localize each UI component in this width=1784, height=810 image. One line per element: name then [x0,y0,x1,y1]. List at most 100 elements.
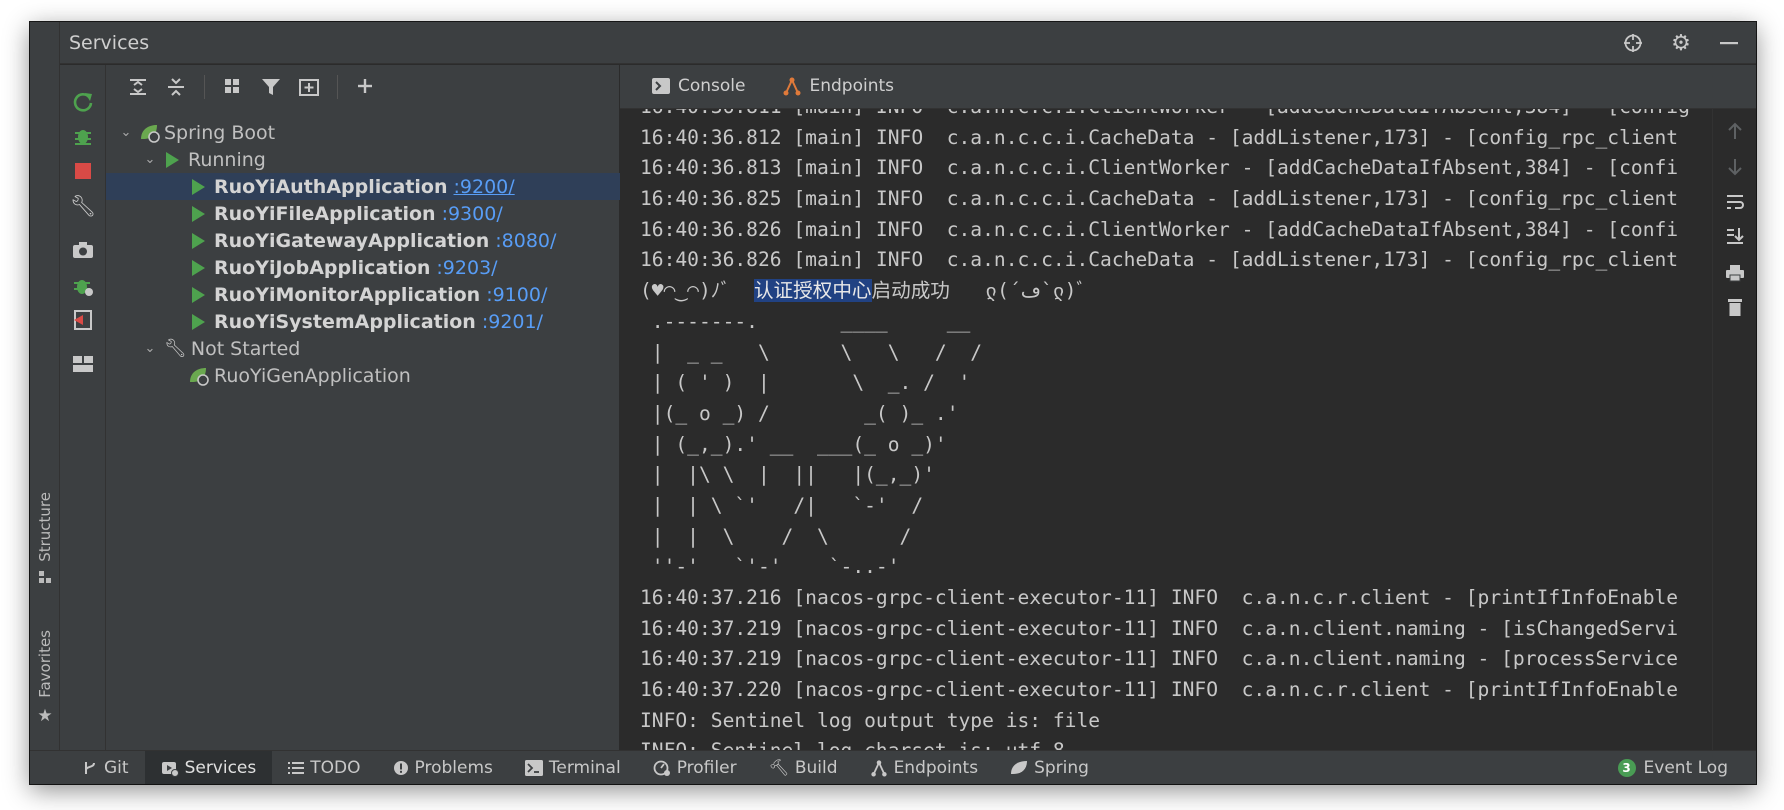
gear-icon[interactable]: ⚙ [1668,30,1694,56]
log-line: 16:40:36.826 [main] INFO c.a.n.c.c.i.Cli… [640,217,1679,241]
app-name: RuoYiJobApplication [214,256,431,279]
new-service-icon[interactable] [295,73,323,101]
app-port-link[interactable]: :8080/ [495,230,556,252]
endpoints-icon [870,759,887,777]
log-line: 16:40:37.219 [nacos-grpc-client-executor… [640,616,1679,640]
tree-app-row[interactable]: RuoYiSystemApplication :9201/ [106,308,620,335]
log-line: INFO: Sentinel log output type is: file [640,708,1101,732]
chevron-down-icon[interactable]: ⌄ [140,150,160,170]
tree-node-not-started[interactable]: ⌄ 🔧︎ Not Started [106,335,620,362]
toolbar-divider [337,75,338,99]
log-line: 16:40:37.220 [nacos-grpc-client-executor… [640,678,1679,702]
wrench-icon: 🔧︎ [164,338,187,359]
log-line: 16:40:36.812 [main] INFO c.a.n.c.c.i.Cac… [640,125,1679,149]
bottom-tab-endpoints[interactable]: Endpoints [854,751,995,785]
spring-boot-icon [190,367,209,386]
ascii-art-line: | | \ / \ / [640,524,912,548]
rerun-icon[interactable] [69,88,97,116]
structure-tab[interactable]: Structure [32,492,58,584]
services-tree-panel: ⌄ Spring Boot ⌄ Running RuoYiAuthApplica… [106,65,620,750]
layout-icon[interactable] [69,350,97,378]
bottom-tab-terminal[interactable]: Terminal [509,751,637,785]
app-port-link[interactable]: :9203/ [436,257,497,279]
console-side-toolbar [1712,109,1756,750]
tree-app-row[interactable]: RuoYiMonitorApplication :9100/ [106,281,620,308]
add-icon[interactable] [352,73,380,101]
app-port-link[interactable]: :9200/ [454,176,515,198]
bottom-tab-profiler[interactable]: Profiler [637,751,753,785]
console-output[interactable]: 16:40:36.811 [main] INFO c.a.n.c.c.i.Cli… [620,109,1712,750]
services-icon [161,761,179,777]
app-name: RuoYiAuthApplication [214,175,448,198]
bottom-tab-git[interactable]: Git [66,751,145,785]
run-icon [192,313,205,330]
debug-bug-icon[interactable] [69,122,97,150]
event-log-button[interactable]: 3 Event Log [1617,751,1728,784]
tree-app-row[interactable]: RuoYiFileApplication :9300/ [106,200,620,227]
log-line: 16:40:36.825 [main] INFO c.a.n.c.c.i.Cac… [640,187,1679,211]
bottom-tab-label: TODO [310,757,361,778]
exit-icon[interactable] [69,306,97,334]
log-line: 16:40:37.219 [nacos-grpc-client-executor… [640,647,1679,671]
success-suffix: 启动成功 ლ(´ڡ`ლ)ﾞ [871,279,1087,303]
tree-app-row[interactable]: RuoYiJobApplication :9203/ [106,254,620,281]
bottom-tab-build[interactable]: 🔨︎ Build [753,751,854,785]
app-port-link[interactable]: :9300/ [442,203,503,225]
ascii-art-line: | _ _ \ \ \ / / [640,340,983,364]
scroll-to-end-icon[interactable] [1721,222,1749,250]
bottom-tab-problems[interactable]: Problems [377,751,509,785]
bottom-tab-label: Problems [414,757,493,778]
run-icon [192,286,205,303]
ascii-art-line: | | \ `' /| `-' / [640,493,924,517]
bottom-tab-label: Terminal [548,757,621,778]
app-port-link[interactable]: :9201/ [482,311,543,333]
star-icon: ★ [37,705,53,726]
soft-wrap-icon[interactable] [1721,188,1749,216]
favorites-tab-label: Favorites [36,630,54,698]
minimize-icon[interactable] [1716,30,1742,56]
log-line: 16:40:37.216 [nacos-grpc-client-executor… [640,586,1679,609]
collapse-all-icon[interactable] [162,73,190,101]
panel-title: Services [69,31,150,54]
filter-icon[interactable] [257,73,285,101]
structure-icon [39,570,51,583]
down-arrow-icon[interactable] [1721,153,1749,181]
log-line: 16:40:36.813 [main] INFO c.a.n.c.c.i.Cli… [640,156,1679,180]
camera-icon[interactable] [69,236,97,264]
app-port-link[interactable]: :9100/ [486,284,547,306]
crosshair-icon[interactable] [1620,30,1646,56]
bottom-tab-todo[interactable]: TODO [272,751,376,785]
trash-icon[interactable] [1721,293,1749,321]
tree-node-spring-boot[interactable]: ⌄ Spring Boot [106,119,620,146]
services-header: Services ⚙ [60,22,1756,64]
group-by-icon[interactable] [219,73,247,101]
up-arrow-icon[interactable] [1721,117,1749,145]
bottom-tab-label: Build [794,757,838,778]
app-name: RuoYiGatewayApplication [214,229,490,252]
event-count-badge: 3 [1617,759,1636,777]
bottom-tab-services[interactable]: Services [144,750,273,784]
tab-endpoints-label: Endpoints [809,76,895,96]
tree-app-row[interactable]: RuoYiGenApplication [106,362,620,389]
tab-endpoints[interactable]: Endpoints [770,64,907,108]
chevron-down-icon[interactable]: ⌄ [140,339,160,359]
log-line: INFO: Sentinel log charset is: utf-8 [640,736,1690,750]
stop-icon[interactable] [69,157,97,185]
run-icon [192,259,205,276]
bottom-tab-spring[interactable]: Spring [994,751,1105,785]
tree-app-row[interactable]: RuoYiAuthApplication :9200/ [106,173,620,200]
tab-console-label: Console [678,76,746,96]
tree-label-spring-boot: Spring Boot [164,121,276,144]
tab-console[interactable]: Console [640,64,758,108]
print-icon[interactable] [1721,259,1749,287]
spring-icon [1011,760,1028,774]
wrench-icon[interactable]: 🔧︎ [69,192,97,220]
chevron-down-icon[interactable]: ⌄ [116,123,136,143]
log-line: 16:40:36.826 [main] INFO c.a.n.c.c.i.Cac… [640,248,1679,272]
run-icon [192,178,205,195]
expand-all-icon[interactable] [124,73,152,101]
favorites-tab[interactable]: Favorites ★ [32,630,58,726]
tree-app-row[interactable]: RuoYiGatewayApplication :8080/ [106,227,620,254]
debug-settings-icon[interactable] [69,272,97,300]
tree-node-running[interactable]: ⌄ Running [106,146,620,173]
